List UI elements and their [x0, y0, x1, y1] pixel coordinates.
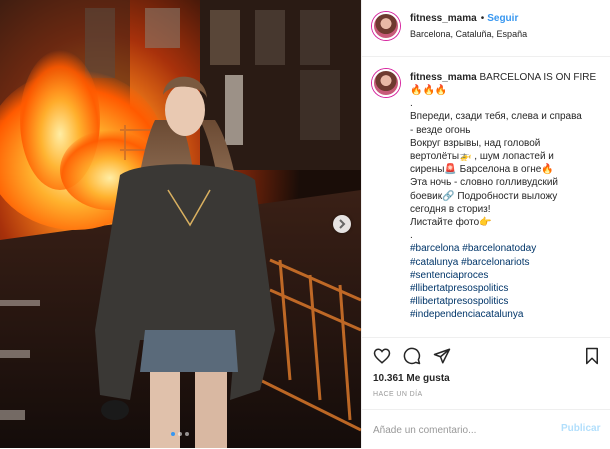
comment-input[interactable]	[373, 422, 553, 438]
share-icon[interactable]	[433, 347, 451, 365]
location-link[interactable]: Barcelona, Cataluña, España	[410, 29, 527, 39]
caption-line: сирены🚨 Барселона в огне🔥	[410, 164, 554, 176]
caption-body: 🔥🔥🔥 . Впереди, сзади тебя, слева и справ…	[410, 84, 606, 322]
heart-icon[interactable]	[373, 347, 391, 365]
hashtag-line[interactable]: #sentenciaproces	[410, 269, 606, 282]
next-slide-button[interactable]	[333, 215, 351, 233]
caption-line: Впереди, сзади тебя, слева и справа	[410, 111, 582, 123]
caption-line: .	[410, 230, 413, 242]
post-header: fitness_mama • Seguir Barcelona, Cataluña,…	[362, 0, 610, 57]
caption-line: вертолёты🚁 , шум лопастей и	[410, 151, 554, 163]
caption-line: сегодня в сториз!	[410, 203, 491, 215]
avatar[interactable]	[372, 69, 400, 97]
caption-headline-row: fitness_mama BARCELONA IS ON FIRE	[410, 72, 596, 83]
caption: fitness_mama BARCELONA IS ON FIRE 🔥🔥🔥 . …	[362, 57, 610, 337]
separator-dot: •	[480, 13, 485, 24]
hashtag-line[interactable]: #llibertatpresospolitics	[410, 282, 606, 295]
chevron-right-icon	[339, 219, 346, 229]
caption-headline: BARCELONA IS ON FIRE	[479, 72, 597, 83]
carousel-dot	[178, 432, 182, 436]
avatar[interactable]	[372, 12, 400, 40]
post-timestamp[interactable]: HACE UN DÍA	[373, 391, 423, 398]
username-link[interactable]: fitness_mama	[410, 13, 477, 24]
caption-line: Эта ночь - словно голливудский	[410, 177, 559, 189]
likes-count[interactable]: 10.361 Me gusta	[373, 373, 450, 384]
photo-scene	[0, 0, 361, 448]
hashtag-line[interactable]: #llibertatpresospolitics	[410, 295, 606, 308]
caption-line: - везде огонь	[410, 124, 471, 136]
post-actions: 10.361 Me gusta HACE UN DÍA Publicar	[362, 337, 610, 448]
caption-line: боевик🔗 Подробности выложу	[410, 190, 558, 202]
post-side-panel: fitness_mama • Seguir Barcelona, Cataluña,…	[361, 0, 610, 448]
carousel-dot-active	[171, 432, 175, 436]
caption-username[interactable]: fitness_mama	[410, 72, 477, 83]
post-photo[interactable]	[0, 0, 361, 448]
caption-line: 🔥🔥🔥	[410, 85, 448, 96]
hashtag-line[interactable]: #barcelona #barcelonatoday	[410, 242, 606, 255]
follow-button[interactable]: Seguir	[487, 13, 518, 24]
caption-line: Вокруг взрывы, над головой	[410, 137, 541, 149]
caption-line: Листайте фото👉	[410, 217, 492, 229]
publish-button[interactable]: Publicar	[561, 423, 600, 434]
caption-line: .	[410, 98, 413, 110]
comment-bar: Publicar	[362, 409, 610, 449]
carousel-dot	[185, 432, 189, 436]
bookmark-icon[interactable]	[583, 347, 601, 365]
username-follow-row: fitness_mama • Seguir	[410, 13, 518, 24]
hashtag-line[interactable]: #independenciacatalunya	[410, 308, 606, 321]
instagram-post: fitness_mama • Seguir Barcelona, Cataluña,…	[0, 0, 610, 448]
hashtag-line[interactable]: #catalunya #barcelonariots	[410, 256, 606, 269]
carousel-indicator	[167, 432, 197, 438]
comment-icon[interactable]	[403, 347, 421, 365]
